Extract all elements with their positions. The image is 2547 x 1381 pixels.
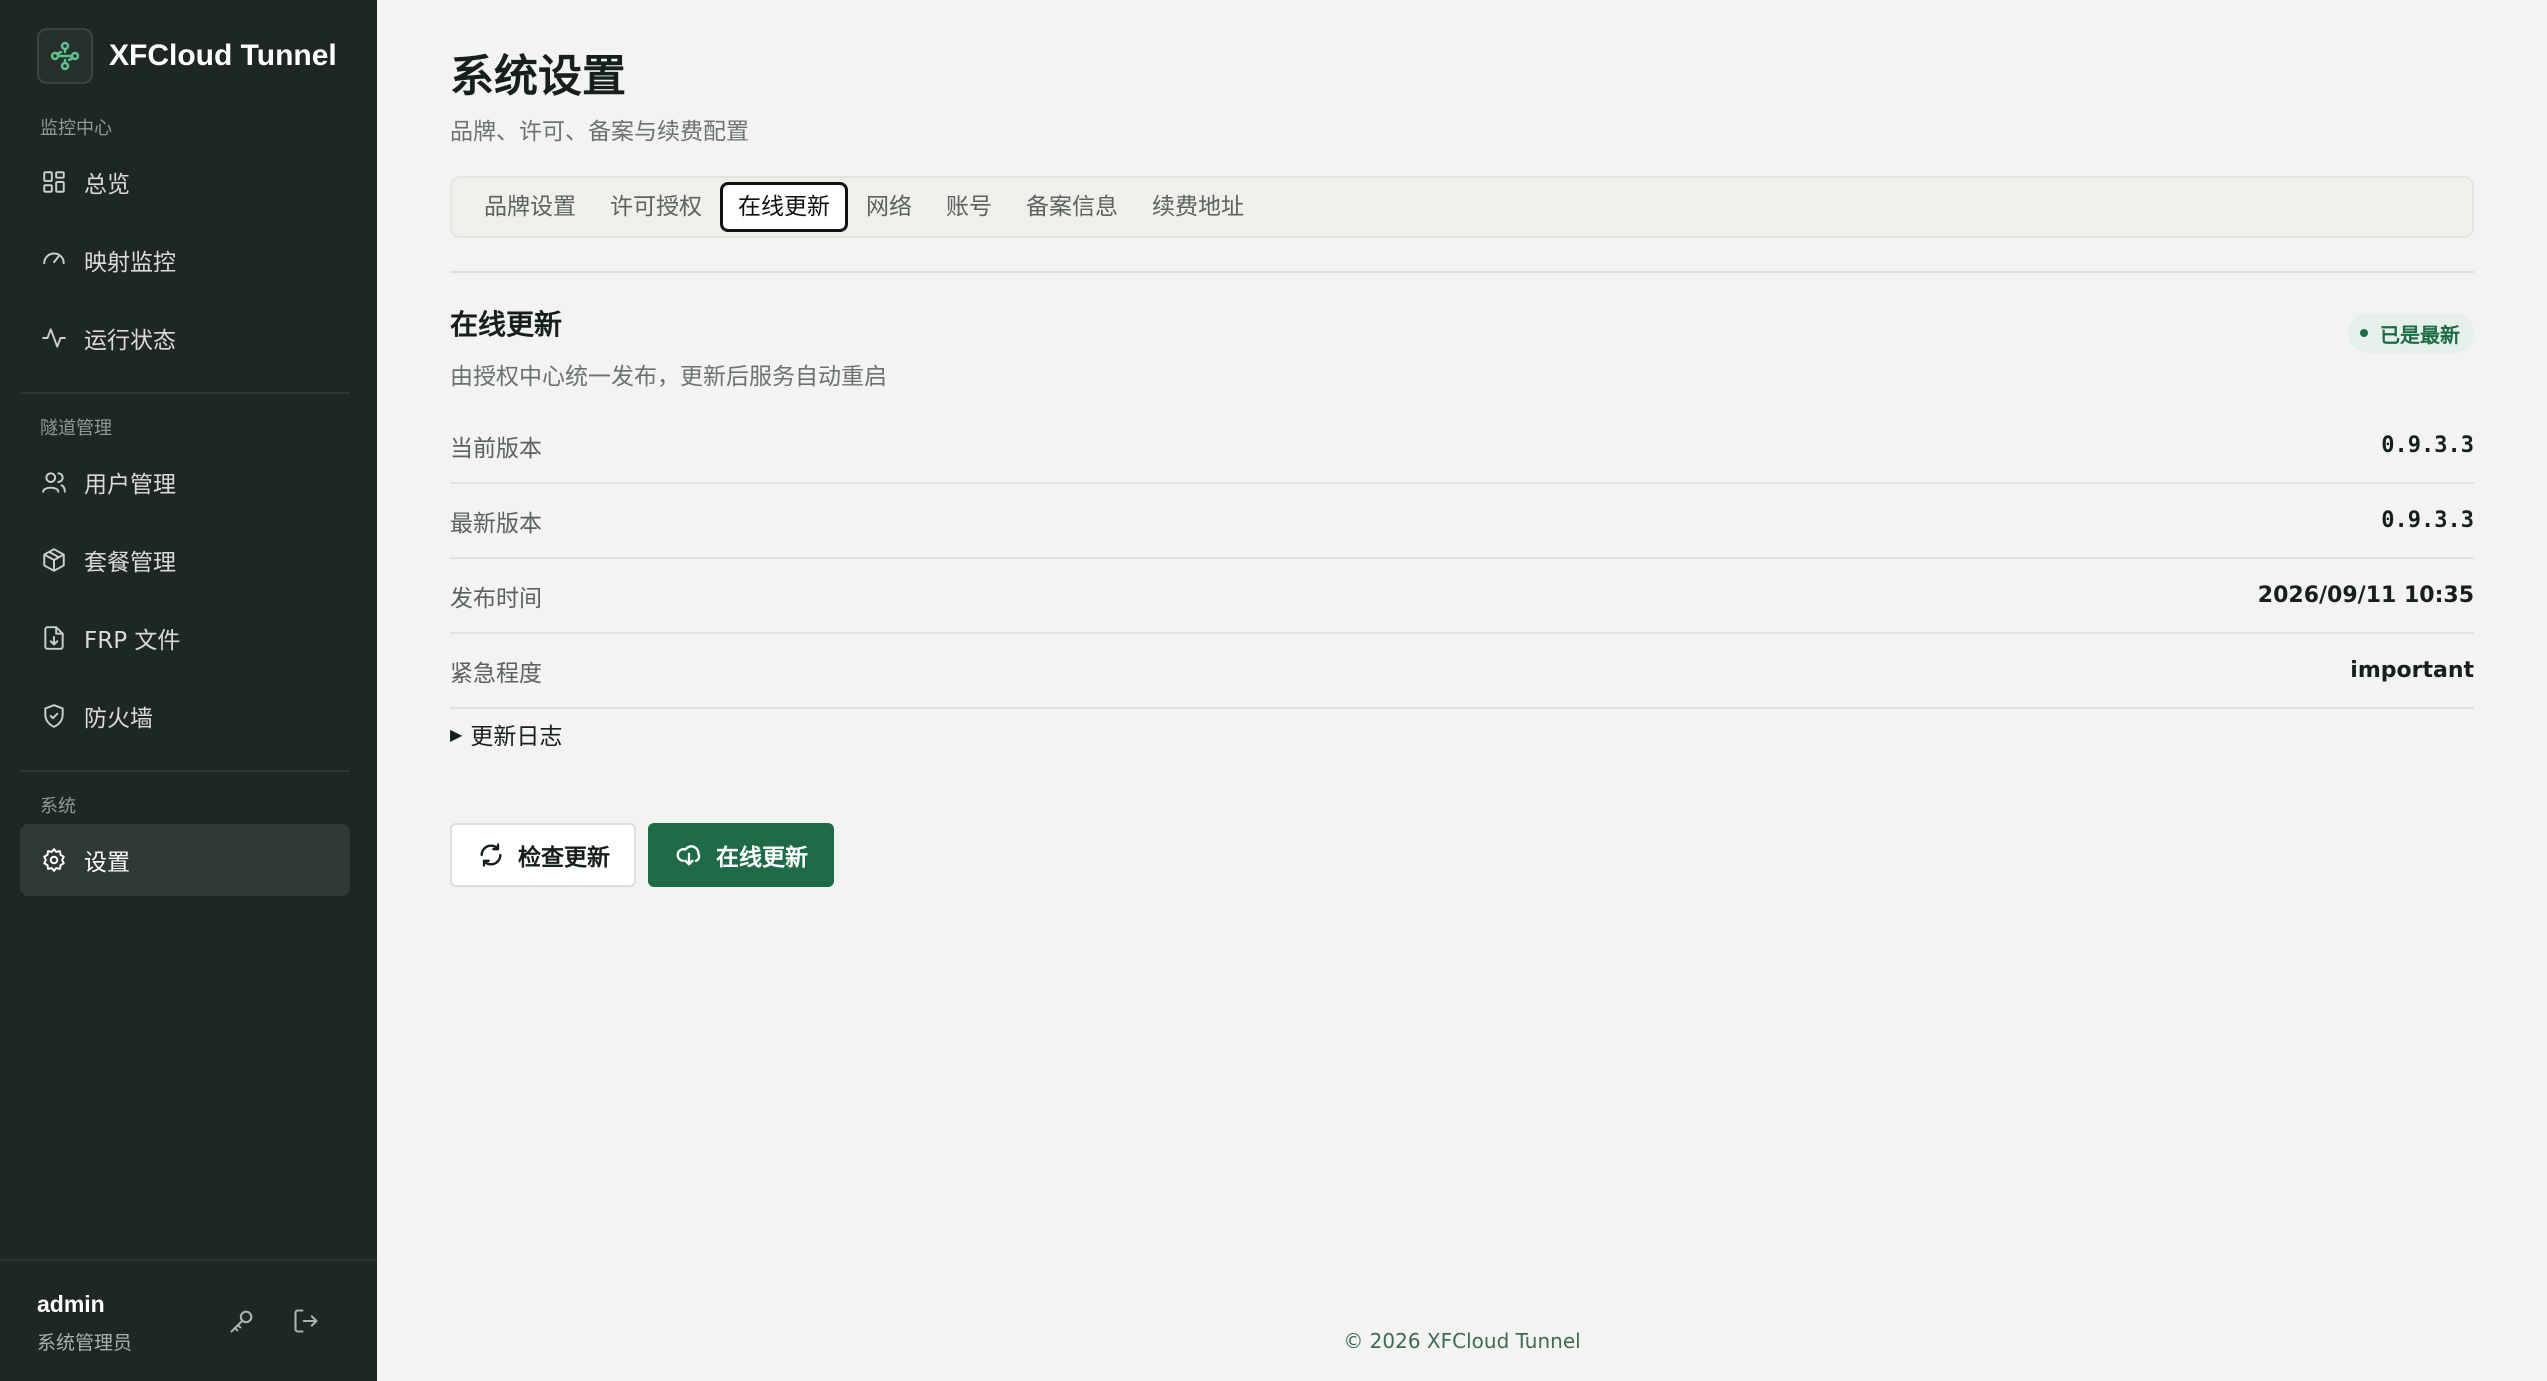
update-section-description: 由授权中心统一发布，更新后服务自动重启: [450, 364, 887, 390]
tab-renewal-url[interactable]: 续费地址: [1136, 182, 1260, 232]
sidebar-item-label: 套餐管理: [84, 550, 176, 576]
package-icon: [40, 546, 68, 574]
tab-account[interactable]: 账号: [930, 182, 1008, 232]
tab-license[interactable]: 许可授权: [594, 182, 718, 232]
sidebar-item-settings[interactable]: 设置: [20, 824, 350, 896]
brand-name: XFCloud Tunnel: [109, 39, 337, 72]
brand[interactable]: XFCloud Tunnel: [0, 0, 377, 112]
sidebar-item-packages[interactable]: 套餐管理: [20, 524, 350, 596]
sidebar-item-label: 设置: [84, 850, 130, 876]
users-icon: [40, 468, 68, 496]
tab-online-update[interactable]: 在线更新: [720, 182, 848, 232]
changelog-label: 更新日志: [470, 724, 563, 750]
tab-filing-info[interactable]: 备案信息: [1010, 182, 1134, 232]
main-content: 系统设置 品牌、许可、备案与续费配置 品牌设置 许可授权 在线更新 网络 账号 …: [377, 0, 2547, 1381]
sidebar-item-frp-files[interactable]: FRP 文件: [20, 602, 350, 674]
info-row-release-time: 发布时间 2026/09/11 10:35: [450, 559, 2474, 634]
sidebar: XFCloud Tunnel 监控中心 总览 映射监控 运行状态 隧道管理 用户…: [0, 0, 377, 1381]
release-time-value: 2026/09/11 10:35: [2257, 583, 2474, 608]
sidebar-section-tunnel: 隧道管理: [40, 418, 112, 439]
tab-brand[interactable]: 品牌设置: [468, 182, 592, 232]
info-key: 发布时间: [450, 585, 542, 612]
logout-icon[interactable]: [290, 1305, 322, 1337]
settings-tabs: 品牌设置 许可授权 在线更新 网络 账号 备案信息 续费地址: [450, 176, 2474, 238]
sidebar-item-mapping-monitor[interactable]: 映射监控: [20, 224, 350, 296]
shield-check-icon: [40, 702, 68, 730]
info-key: 当前版本: [450, 435, 542, 462]
gear-icon: [40, 846, 68, 874]
sidebar-item-label: 防火墙: [84, 706, 153, 732]
sidebar-section-monitor: 监控中心: [40, 118, 112, 139]
tab-network[interactable]: 网络: [850, 182, 928, 232]
status-badge-label: 已是最新: [2380, 322, 2460, 347]
update-section-header: 在线更新 由授权中心统一发布，更新后服务自动重启 已是最新: [450, 303, 2474, 391]
sidebar-item-label: FRP 文件: [84, 628, 181, 654]
info-row-latest-version: 最新版本 0.9.3.3: [450, 484, 2474, 559]
sidebar-item-label: 映射监控: [84, 250, 176, 276]
status-dot-icon: [2360, 329, 2368, 337]
current-version-value: 0.9.3.3: [2381, 433, 2474, 458]
network-nodes-icon: [37, 28, 93, 84]
sidebar-section-system: 系统: [40, 796, 76, 817]
sidebar-divider: [20, 770, 350, 772]
sidebar-item-firewall[interactable]: 防火墙: [20, 680, 350, 752]
section-divider: [450, 271, 2474, 273]
sidebar-item-label: 用户管理: [84, 472, 176, 498]
update-actions: 检查更新 在线更新: [450, 823, 2474, 887]
triangle-right-icon: ▶: [450, 724, 463, 744]
refresh-icon: [476, 840, 506, 870]
sidebar-item-run-status[interactable]: 运行状态: [20, 302, 350, 374]
file-download-icon: [40, 624, 68, 652]
sidebar-item-overview[interactable]: 总览: [20, 146, 350, 218]
info-key: 紧急程度: [450, 660, 542, 687]
gauge-icon: [40, 246, 68, 274]
sidebar-item-label: 总览: [84, 172, 130, 198]
user-role: 系统管理员: [37, 1332, 133, 1354]
sidebar-item-label: 运行状态: [84, 328, 176, 354]
status-badge: 已是最新: [2348, 313, 2474, 353]
online-update-button[interactable]: 在线更新: [648, 823, 834, 887]
changelog-toggle[interactable]: ▶ 更新日志: [450, 717, 2474, 751]
grid-icon: [40, 168, 68, 196]
sidebar-item-users[interactable]: 用户管理: [20, 446, 350, 518]
info-row-urgency: 紧急程度 important: [450, 634, 2474, 709]
info-row-current-version: 当前版本 0.9.3.3: [450, 409, 2474, 484]
info-key: 最新版本: [450, 510, 542, 537]
page-subtitle: 品牌、许可、备案与续费配置: [450, 119, 749, 145]
check-update-label: 检查更新: [518, 845, 610, 871]
cloud-download-icon: [674, 840, 704, 870]
sidebar-divider: [20, 392, 350, 394]
version-info-list: 当前版本 0.9.3.3 最新版本 0.9.3.3 发布时间 2026/09/1…: [450, 409, 2474, 709]
urgency-value: important: [2350, 658, 2474, 683]
check-update-button[interactable]: 检查更新: [450, 823, 636, 887]
sidebar-user-panel: admin 系统管理员: [0, 1259, 377, 1381]
key-icon[interactable]: [226, 1305, 258, 1337]
copyright: © 2026 XFCloud Tunnel: [1343, 1329, 1581, 1353]
user-name: admin: [37, 1291, 105, 1317]
latest-version-value: 0.9.3.3: [2381, 508, 2474, 533]
activity-icon: [40, 324, 68, 352]
page-title: 系统设置: [450, 51, 626, 102]
online-update-label: 在线更新: [716, 845, 808, 871]
update-section-title: 在线更新: [450, 308, 563, 341]
